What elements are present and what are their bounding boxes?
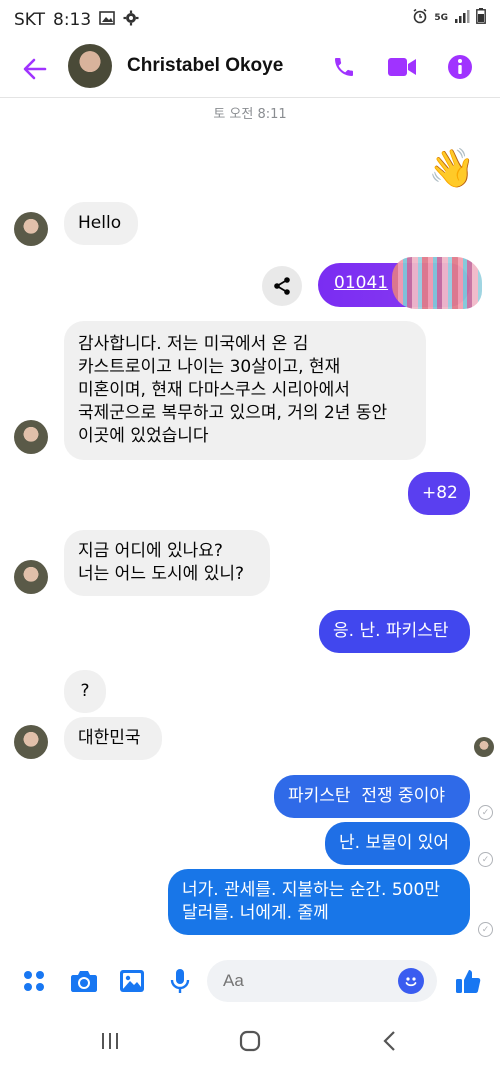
message-line: 너가. 관세를. 지불하는 순간. 500만	[182, 880, 440, 900]
system-navigation-bar	[0, 1010, 500, 1071]
network-label: 5G	[434, 12, 448, 23]
wave-emoji-message[interactable]: 👋	[428, 148, 475, 188]
delivered-check-icon: ✓	[478, 805, 493, 820]
outgoing-message[interactable]: +82	[408, 472, 470, 515]
contact-name[interactable]: Christabel Okoye	[127, 55, 283, 77]
delivered-check-icon: ✓	[478, 852, 493, 867]
smiley-icon[interactable]	[398, 968, 424, 994]
contact-avatar[interactable]	[68, 44, 112, 88]
recent-apps-button[interactable]	[90, 1026, 130, 1056]
incoming-message[interactable]: ?	[64, 670, 106, 713]
back-button[interactable]	[370, 1026, 410, 1056]
message-timestamp: 토 오전 8:11	[213, 107, 287, 122]
sender-avatar[interactable]	[14, 560, 48, 594]
arrow-left-icon[interactable]	[20, 54, 50, 84]
info-icon[interactable]	[443, 50, 477, 84]
outgoing-message[interactable]: 난. 보물이 있어	[325, 822, 470, 865]
link-text[interactable]: 01041	[334, 273, 388, 293]
signal-icon	[454, 9, 470, 26]
message-line: 미혼이며, 현재 다마스쿠스 시리아에서	[78, 380, 350, 400]
outgoing-message[interactable]: 파키스탄 전쟁 중이야	[274, 775, 470, 818]
sender-avatar[interactable]	[14, 420, 48, 454]
message-line: 감사합니다. 저는 미국에서 온 김	[78, 334, 309, 354]
video-camera-icon[interactable]	[385, 50, 419, 84]
delivered-check-icon: ✓	[478, 922, 493, 937]
sender-avatar[interactable]	[14, 212, 48, 246]
outgoing-message[interactable]: 너가. 관세를. 지불하는 순간. 500만 달러를. 너에게. 줄께	[168, 869, 470, 935]
battery-icon	[476, 8, 486, 27]
gallery-notification-icon	[99, 10, 116, 30]
seen-indicator-avatar	[474, 737, 494, 757]
camera-icon[interactable]	[68, 965, 100, 997]
message-composer	[0, 955, 500, 1007]
chat-header: Christabel Okoye	[0, 40, 500, 98]
outgoing-message[interactable]: 응. 난. 파키스탄	[319, 610, 470, 653]
message-line: 이곳에 있었습니다	[78, 426, 209, 446]
thumbs-up-icon[interactable]	[452, 965, 484, 997]
status-bar: SKT 8:13 5G	[0, 0, 500, 40]
message-line: 달러를. 너에게. 줄께	[182, 903, 329, 923]
message-line: 너는 어느 도시에 있니?	[78, 564, 244, 584]
alarm-icon	[412, 8, 428, 27]
home-button[interactable]	[230, 1026, 270, 1056]
message-line: 카스트로이고 나이는 30살이고, 현재	[78, 357, 341, 377]
incoming-message[interactable]: Hello	[64, 202, 138, 245]
incoming-message[interactable]: 지금 어디에 있나요? 너는 어느 도시에 있니?	[64, 530, 270, 596]
clock-time: 8:13	[53, 10, 92, 30]
phone-icon[interactable]	[327, 50, 361, 84]
four-dots-icon[interactable]	[18, 965, 50, 997]
microphone-icon[interactable]	[164, 965, 196, 997]
message-line: 국제군으로 복무하고 있으며, 거의 2년 동안	[78, 403, 388, 423]
incoming-message[interactable]: 대한민국	[64, 717, 162, 760]
share-icon[interactable]	[262, 266, 302, 306]
carrier-label: SKT	[14, 10, 46, 30]
redaction-scribble	[392, 257, 482, 309]
message-line: 지금 어디에 있나요?	[78, 541, 223, 561]
incoming-message[interactable]: 감사합니다. 저는 미국에서 온 김 카스트로이고 나이는 30살이고, 현재 …	[64, 321, 426, 460]
image-icon[interactable]	[116, 965, 148, 997]
settings-notification-icon	[123, 10, 139, 31]
sender-avatar[interactable]	[14, 725, 48, 759]
